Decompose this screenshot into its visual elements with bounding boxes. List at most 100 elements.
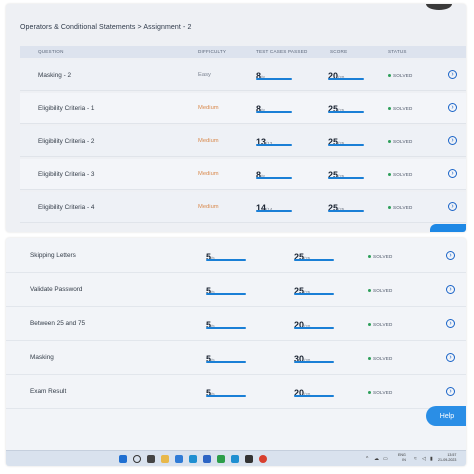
tests-passed-progress-bar: [256, 210, 292, 212]
file-explorer-icon[interactable]: [161, 455, 169, 463]
green-dot-icon: [388, 173, 391, 177]
question-name: Between 25 and 75: [30, 320, 86, 327]
question-name: Exam Result: [30, 388, 67, 395]
tests-passed: 5/5: [206, 247, 246, 265]
status-label: SOLVED: [393, 205, 413, 210]
green-dot-icon: [368, 323, 371, 327]
score: 25/25: [328, 132, 364, 150]
taskbar: ^ ☁ ▭ ENG IN ≈ ◁ ▮ 13:57 21-09-2023: [6, 450, 466, 466]
status-label: SOLVED: [393, 139, 413, 144]
chrome-icon[interactable]: [259, 455, 267, 463]
table-row[interactable]: Skipping Letters 5/5 25/25 SOLVED ›: [6, 240, 466, 273]
column-question: QUESTION: [38, 49, 64, 54]
score: 20/20: [328, 66, 364, 84]
help-tab-edge[interactable]: [430, 224, 466, 232]
wifi-icon[interactable]: ≈: [414, 456, 417, 462]
status-badge: SOLVED: [388, 139, 413, 144]
tests-passed-progress-bar: [256, 144, 292, 146]
battery-icon[interactable]: ▭: [383, 456, 388, 462]
status-label: SOLVED: [393, 172, 413, 177]
circle-arrow-right-icon[interactable]: ›: [446, 285, 455, 294]
question-name: Masking - 2: [38, 72, 72, 79]
difficulty-label: Medium: [198, 105, 219, 111]
table-row[interactable]: Masking 5/5 30/30 SOLVED ›: [6, 342, 466, 375]
tests-passed-progress-bar: [256, 177, 292, 179]
status-badge: SOLVED: [388, 205, 413, 210]
difficulty-label: Medium: [198, 204, 219, 210]
status-badge: SOLVED: [388, 73, 413, 78]
table-row[interactable]: Eligibility Criteria - 4 Medium 14/14 25/25…: [20, 192, 466, 223]
language-indicator[interactable]: ENG IN: [398, 453, 406, 463]
status-badge: SOLVED: [388, 172, 413, 177]
table-row[interactable]: Eligibility Criteria - 3 Medium 8/8 25/25 SO…: [20, 159, 466, 190]
tests-passed: 8/8: [256, 99, 292, 117]
settings-icon[interactable]: [245, 455, 253, 463]
breadcrumb[interactable]: Operators & Conditional Statements > Ass…: [20, 24, 191, 31]
status-label: SOLVED: [373, 254, 393, 259]
start-icon[interactable]: [119, 455, 127, 463]
question-name: Validate Password: [30, 286, 83, 293]
table-row[interactable]: Masking - 2 Easy 8/8 20/20 SOLVED ›: [20, 60, 466, 91]
question-name: Eligibility Criteria - 1: [38, 105, 95, 112]
table-row[interactable]: Eligibility Criteria - 1 Medium 8/8 25/25 SO…: [20, 93, 466, 124]
volume-icon[interactable]: ◁: [422, 456, 426, 462]
tests-passed: 8/8: [256, 66, 292, 84]
circle-arrow-right-icon[interactable]: ›: [448, 136, 457, 145]
circle-arrow-right-icon[interactable]: ›: [448, 169, 457, 178]
score: 25/25: [328, 99, 364, 117]
tests-passed: 5/5: [206, 349, 246, 367]
circle-arrow-right-icon[interactable]: ›: [446, 387, 455, 396]
status-label: SOLVED: [373, 288, 393, 293]
widgets-icon[interactable]: [175, 455, 183, 463]
table-row[interactable]: Between 25 and 75 5/5 20/20 SOLVED ›: [6, 308, 466, 341]
score: 30/30: [294, 349, 334, 367]
status-badge: SOLVED: [368, 288, 393, 293]
table-row[interactable]: Exam Result 5/5 20/20 SOLVED ›: [6, 376, 466, 409]
clock[interactable]: 13:57 21-09-2023: [438, 453, 456, 463]
help-button[interactable]: Help: [426, 406, 466, 426]
question-name: Masking: [30, 354, 54, 361]
edge-browser-icon[interactable]: [189, 455, 197, 463]
clock-date: 21-09-2023: [438, 458, 457, 462]
tests-passed-progress-bar: [206, 293, 246, 295]
tests-passed: 5/5: [206, 315, 246, 333]
circle-arrow-right-icon[interactable]: ›: [448, 103, 457, 112]
region-code: IN: [402, 458, 406, 462]
circle-arrow-right-icon[interactable]: ›: [446, 251, 455, 260]
cloud-icon[interactable]: ☁: [374, 456, 379, 462]
column-difficulty: DIFFICULTY: [198, 49, 227, 54]
status-badge: SOLVED: [368, 390, 393, 395]
table-row[interactable]: Validate Password 5/5 25/25 SOLVED ›: [6, 274, 466, 307]
score-progress-bar: [294, 259, 334, 261]
score: 20/20: [294, 383, 334, 401]
circle-arrow-right-icon[interactable]: ›: [446, 319, 455, 328]
circle-arrow-right-icon[interactable]: ›: [446, 353, 455, 362]
tests-passed: 13/13: [256, 132, 292, 150]
score: 20/20: [294, 315, 334, 333]
status-badge: SOLVED: [368, 322, 393, 327]
status-badge: SOLVED: [388, 106, 413, 111]
chevron-up-icon[interactable]: ^: [366, 456, 368, 462]
search-icon[interactable]: [133, 455, 141, 463]
question-name: Skipping Letters: [30, 252, 76, 259]
difficulty-label: Medium: [198, 138, 219, 144]
score: 25/25: [294, 281, 334, 299]
store-icon[interactable]: [203, 455, 211, 463]
green-dot-icon: [388, 140, 391, 144]
question-name: Eligibility Criteria - 4: [38, 204, 95, 211]
tests-passed: 5/5: [206, 281, 246, 299]
table-row[interactable]: Eligibility Criteria - 2 Medium 13/13 25/25…: [20, 126, 466, 157]
circle-arrow-right-icon[interactable]: ›: [448, 202, 457, 211]
difficulty-label: Medium: [198, 171, 219, 177]
green-dot-icon: [368, 357, 371, 361]
tests-passed: 14/14: [256, 198, 292, 216]
score-progress-bar: [294, 293, 334, 295]
green-dot-icon: [388, 74, 391, 78]
power-icon[interactable]: ▮: [430, 456, 433, 462]
score: 25/25: [328, 165, 364, 183]
whatsapp-icon[interactable]: [217, 455, 225, 463]
task-view-icon[interactable]: [147, 455, 155, 463]
score: 25/25: [328, 198, 364, 216]
circle-arrow-right-icon[interactable]: ›: [448, 70, 457, 79]
telegram-icon[interactable]: [231, 455, 239, 463]
